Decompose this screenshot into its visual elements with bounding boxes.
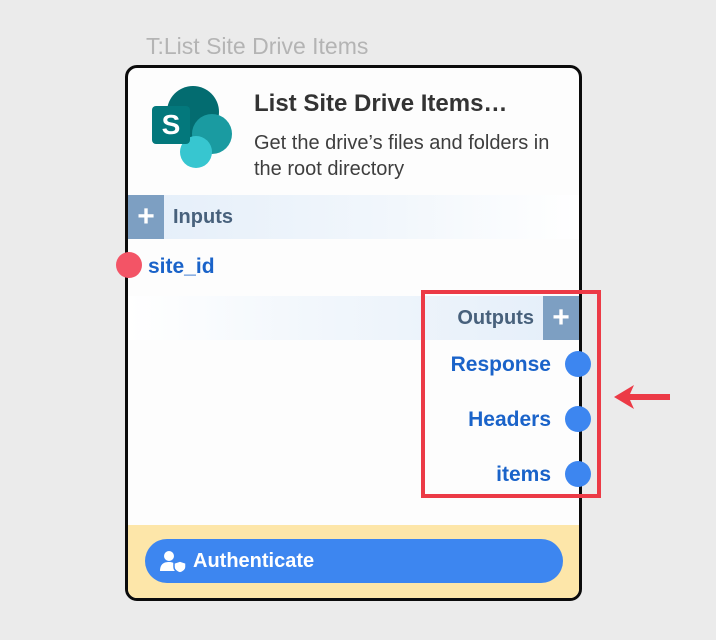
outputs-highlight-box: [421, 290, 601, 498]
node-caption: T:List Site Drive Items: [146, 33, 369, 59]
sharepoint-logo-icon: S: [152, 86, 232, 168]
inputs-section-header: + Inputs: [128, 195, 579, 239]
inputs-label: Inputs: [173, 205, 233, 228]
authenticate-button[interactable]: Authenticate: [145, 539, 563, 583]
add-input-button[interactable]: +: [128, 195, 164, 239]
input-port-site-id[interactable]: [116, 252, 142, 278]
node-description: Get the drive’s files and folders in the…: [254, 132, 550, 180]
input-port-label-site-id: site_id: [148, 255, 215, 278]
arrow-left-icon: [614, 385, 670, 409]
authenticate-label: Authenticate: [193, 549, 315, 572]
node-title: List Site Drive Items…: [254, 90, 508, 117]
node-footer: Authenticate: [128, 525, 579, 598]
user-shield-icon: [160, 551, 187, 573]
svg-text:S: S: [162, 109, 181, 140]
